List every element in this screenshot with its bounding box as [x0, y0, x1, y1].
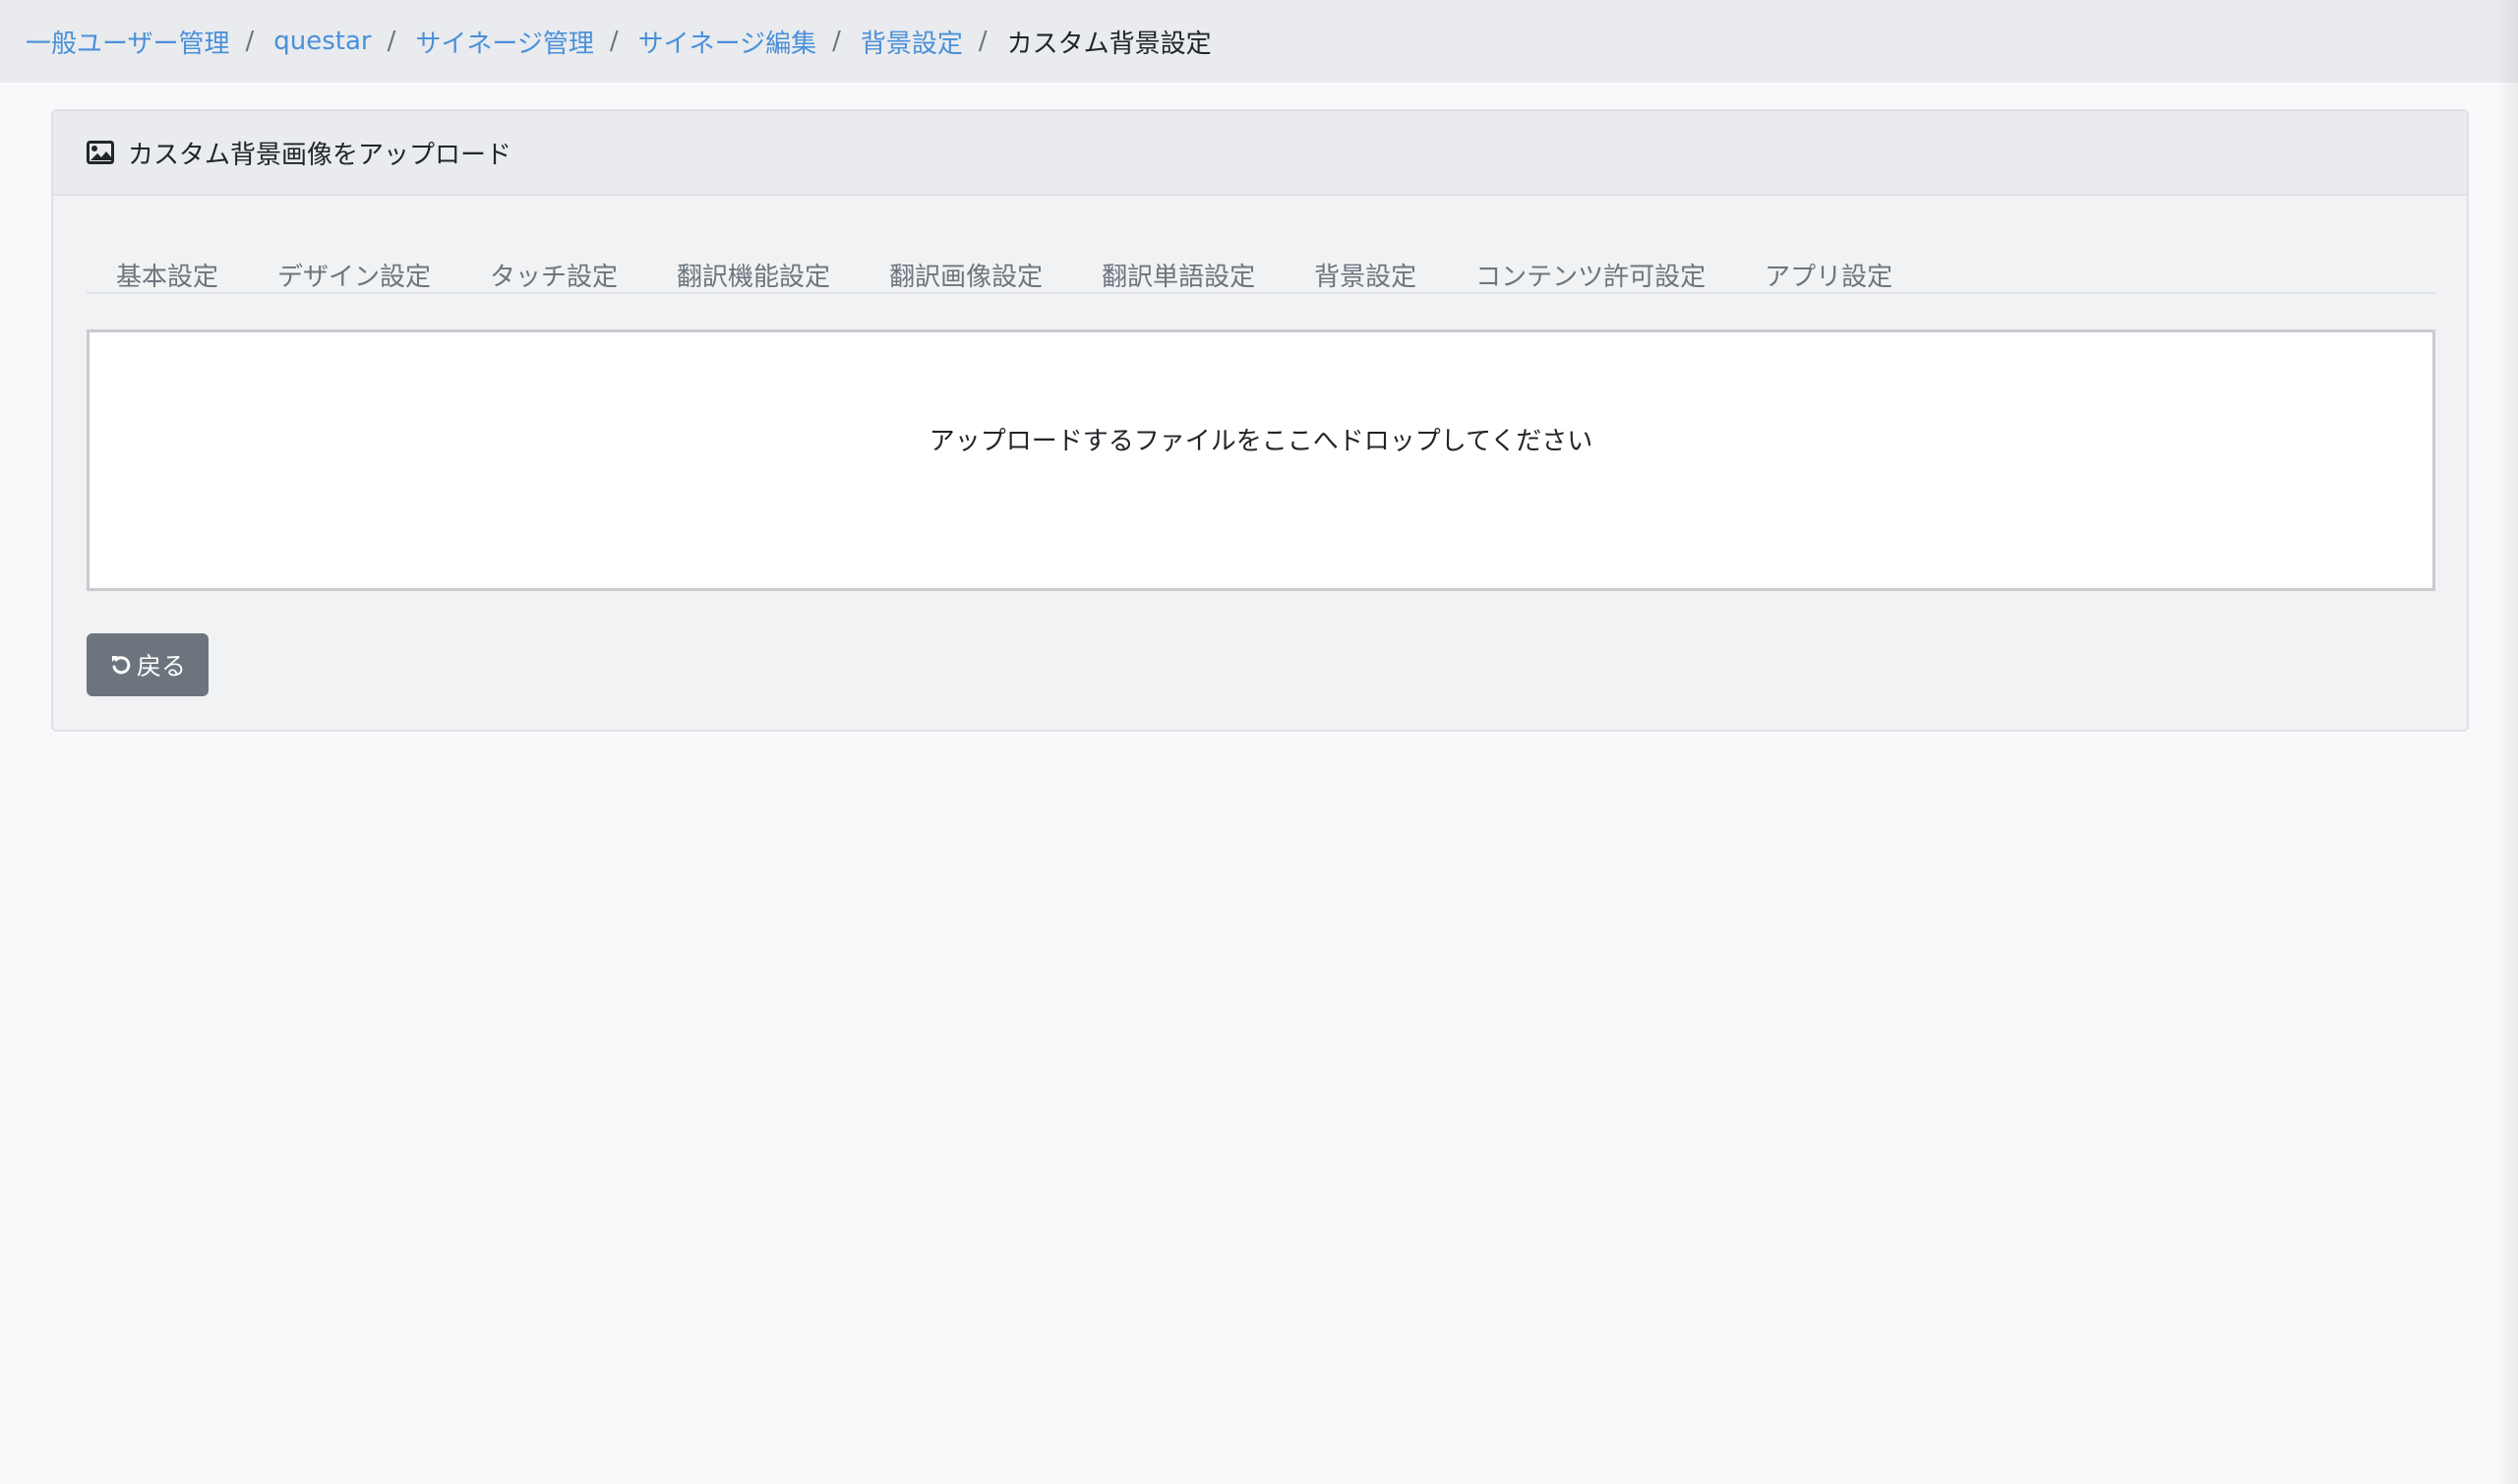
undo-icon: [109, 653, 133, 677]
scrollbar-edge: [2496, 0, 2518, 1484]
tab-touch-settings[interactable]: タッチ設定: [460, 229, 647, 293]
tab-background-settings[interactable]: 背景設定: [1285, 229, 1446, 293]
breadcrumb-separator: /: [832, 27, 841, 56]
breadcrumb-separator: /: [387, 27, 396, 56]
file-dropzone[interactable]: アップロードするファイルをここへドロップしてください: [87, 329, 2435, 591]
card-header: カスタム背景画像をアップロード: [53, 111, 2467, 196]
dropzone-message: アップロードするファイルをここへドロップしてください: [929, 427, 1593, 456]
upload-card: カスタム背景画像をアップロード 基本設定 デザイン設定 タッチ設定 翻訳機能設定…: [51, 109, 2469, 732]
back-button[interactable]: 戻る: [87, 633, 209, 696]
tab-translation-word-settings[interactable]: 翻訳単語設定: [1072, 229, 1285, 293]
breadcrumb-separator: /: [245, 27, 255, 56]
breadcrumb-separator: /: [978, 27, 988, 56]
breadcrumb-separator: /: [609, 27, 619, 56]
breadcrumb-link-signage-management[interactable]: サイネージ管理: [415, 24, 593, 60]
breadcrumb-current: カスタム背景設定: [1006, 29, 1212, 59]
tab-basic-settings[interactable]: 基本設定: [87, 229, 248, 293]
breadcrumb: 一般ユーザー管理 / questar / サイネージ管理 / サイネージ編集 /…: [0, 0, 2518, 83]
card-title: カスタム背景画像をアップロード: [128, 140, 512, 170]
back-button-label: 戻る: [136, 652, 186, 681]
breadcrumb-link-signage-edit[interactable]: サイネージ編集: [638, 24, 816, 60]
tab-design-settings[interactable]: デザイン設定: [248, 229, 460, 293]
image-icon: [87, 141, 114, 164]
tab-content-permission-settings[interactable]: コンテンツ許可設定: [1446, 229, 1735, 293]
breadcrumb-link-questar[interactable]: questar: [273, 27, 371, 56]
tab-translation-image-settings[interactable]: 翻訳画像設定: [860, 229, 1072, 293]
tab-app-settings[interactable]: アプリ設定: [1735, 229, 1922, 293]
tab-translation-function-settings[interactable]: 翻訳機能設定: [647, 229, 860, 293]
breadcrumb-link-background-settings[interactable]: 背景設定: [861, 24, 963, 60]
settings-tabs: 基本設定 デザイン設定 タッチ設定 翻訳機能設定 翻訳画像設定 翻訳単語設定 背…: [87, 229, 2435, 294]
breadcrumb-link-user-management[interactable]: 一般ユーザー管理: [26, 24, 229, 60]
